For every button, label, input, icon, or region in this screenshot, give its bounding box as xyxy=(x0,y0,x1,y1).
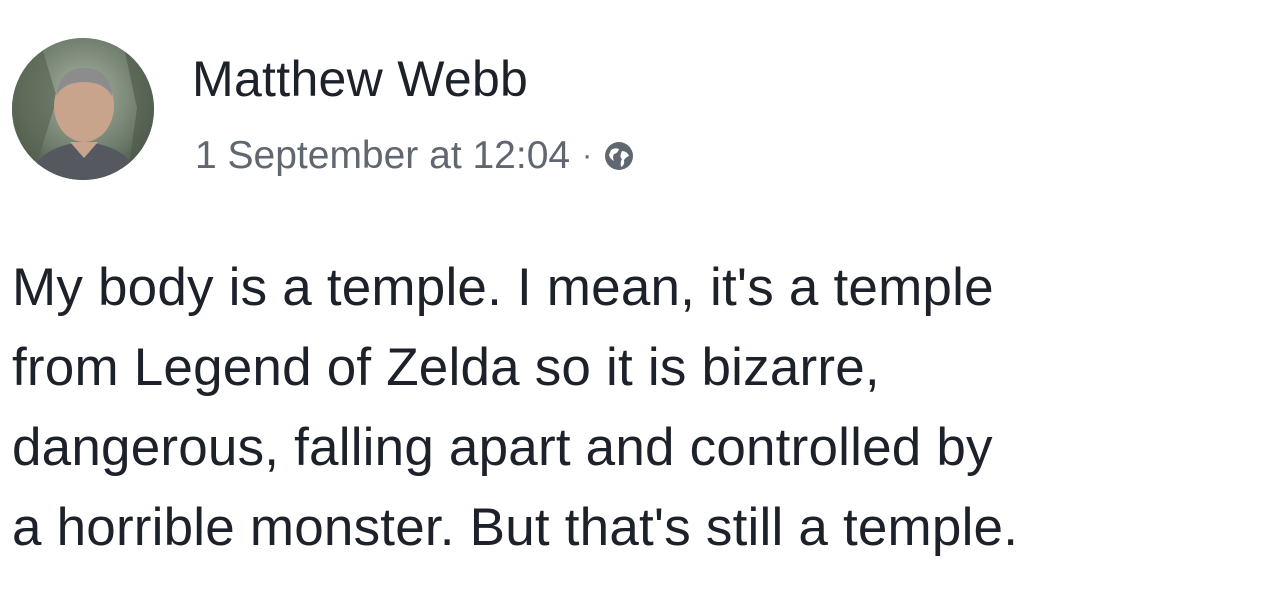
globe-icon[interactable] xyxy=(602,139,636,173)
facebook-post: Matthew Webb 1 September at 12:04 · My b… xyxy=(0,0,1284,595)
profile-photo xyxy=(12,38,154,180)
post-message-line: a horrible monster. But that's still a t… xyxy=(12,498,1019,557)
avatar[interactable] xyxy=(12,38,154,180)
post-message-line: dangerous, falling apart and controlled … xyxy=(12,418,993,477)
post-message-line: My body is a temple. I mean, it's a temp… xyxy=(12,258,994,317)
post-message-line: from Legend of Zelda so it is bizarre, xyxy=(12,338,880,397)
post-message: My body is a temple. I mean, it's a temp… xyxy=(12,248,1274,568)
post-meta: 1 September at 12:04 · xyxy=(195,134,636,178)
meta-separator: · xyxy=(582,139,593,172)
author-name[interactable]: Matthew Webb xyxy=(192,50,528,108)
post-timestamp[interactable]: 1 September at 12:04 xyxy=(195,134,570,178)
